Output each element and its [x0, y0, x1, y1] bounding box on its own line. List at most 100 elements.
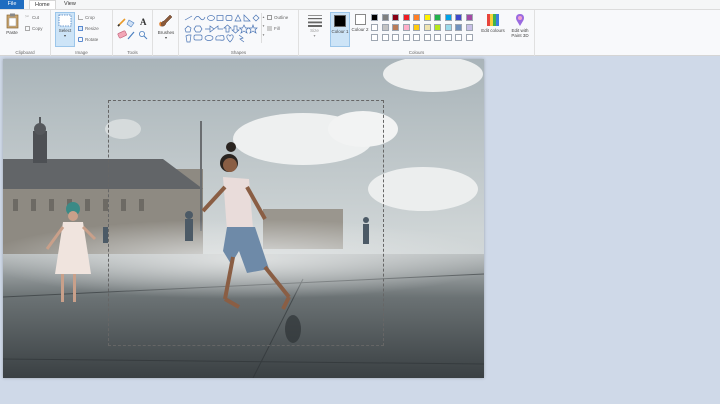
- rounded-rectangle-shape-icon: [225, 15, 233, 21]
- tools-label: Tools: [127, 50, 138, 55]
- colours-group: Colour 1 Colour 2 Edit colours Edit with…: [329, 10, 535, 56]
- cut-label: Cut: [32, 15, 40, 20]
- pentagon-shape-icon: [184, 25, 192, 33]
- colour-swatch[interactable]: [402, 14, 410, 21]
- paint3d-label: Edit with Paint 3D: [511, 28, 529, 38]
- edit-colours-button[interactable]: Edit colours: [481, 13, 505, 33]
- colour-swatch[interactable]: [392, 14, 399, 21]
- colour-swatch[interactable]: [423, 24, 431, 31]
- crop-label: Crop: [85, 15, 95, 20]
- colour-swatch[interactable]: [455, 24, 462, 31]
- tools-group: A Tools: [113, 10, 153, 56]
- colour-swatch[interactable]: [371, 14, 378, 21]
- pencil-icon[interactable]: [117, 18, 126, 27]
- colour-swatch[interactable]: [444, 34, 452, 41]
- down-arrow-shape-icon: [231, 25, 240, 34]
- magnifier-icon[interactable]: [138, 30, 148, 40]
- colour-swatch[interactable]: [381, 34, 389, 41]
- colour-swatch[interactable]: [381, 24, 389, 31]
- chevron-down-icon: ▾: [164, 35, 167, 40]
- up-arrow-shape-icon: [223, 24, 232, 33]
- clipboard-group: Paste ✂ Cut Copy Clipboard: [0, 10, 51, 56]
- chevron-down-icon: ▾: [313, 33, 316, 38]
- colour-swatch[interactable]: [392, 24, 399, 31]
- colour1-button[interactable]: Colour 1: [330, 12, 350, 47]
- shapes-scrollbar[interactable]: ▴ ▾ ▾: [261, 13, 265, 43]
- fill-button[interactable]: Fill: [267, 26, 280, 32]
- callout-shape-icon: [185, 34, 192, 43]
- cloud-callout-shape-icon: [215, 34, 225, 41]
- triangle-shape-icon: [234, 14, 242, 22]
- colour-swatch[interactable]: [434, 24, 441, 31]
- text-icon[interactable]: A: [140, 17, 147, 27]
- select-button[interactable]: Select ▾: [55, 12, 75, 47]
- colour-swatch[interactable]: [444, 14, 452, 21]
- size-group: Size ▾: [302, 10, 327, 56]
- rotate-label: Rotate: [85, 37, 99, 42]
- image-label: Image: [75, 50, 88, 55]
- colour-swatch[interactable]: [371, 34, 378, 41]
- brush-icon: [159, 14, 173, 27]
- outline-button[interactable]: Outline: [267, 15, 289, 21]
- colour-swatch[interactable]: [413, 24, 420, 31]
- size-button[interactable]: Size ▾: [304, 13, 325, 38]
- brushes-group: Brushes ▾: [153, 10, 179, 56]
- colour-swatch[interactable]: [392, 34, 399, 41]
- curve-shape-icon: [193, 16, 206, 21]
- colour-palette: [371, 14, 481, 45]
- copy-icon: [25, 26, 30, 32]
- tab-view[interactable]: View: [59, 0, 81, 9]
- colour-swatch[interactable]: [465, 34, 473, 41]
- colour-swatch[interactable]: [434, 14, 441, 21]
- paste-button[interactable]: Paste: [3, 13, 21, 35]
- rotate-button[interactable]: Rotate: [78, 37, 99, 43]
- fill-icon[interactable]: [126, 19, 135, 28]
- star-shape-icon: [248, 23, 258, 34]
- cut-button[interactable]: ✂ Cut: [25, 15, 39, 20]
- colour-swatch[interactable]: [423, 34, 431, 41]
- tab-file[interactable]: File: [0, 0, 24, 9]
- selection-rectangle[interactable]: [108, 100, 384, 346]
- canvas-area[interactable]: [0, 56, 720, 404]
- paste-icon: [6, 13, 18, 29]
- eraser-icon[interactable]: [117, 30, 127, 39]
- right-triangle-shape-icon: [243, 14, 251, 22]
- brushes-button[interactable]: Brushes ▾: [155, 13, 177, 40]
- copy-button[interactable]: Copy: [25, 26, 43, 32]
- outline-label: Outline: [274, 15, 289, 20]
- lightning-shape-icon: [238, 34, 245, 43]
- colour-swatch[interactable]: [455, 14, 462, 21]
- paint3d-button[interactable]: Edit with Paint 3D: [506, 13, 534, 38]
- right-arrow-shape-icon: [205, 25, 215, 33]
- colour-swatch[interactable]: [371, 24, 378, 31]
- colour-swatch[interactable]: [434, 34, 441, 41]
- colour-swatch[interactable]: [455, 34, 462, 41]
- colour1-swatch: [334, 15, 346, 27]
- colour-swatch[interactable]: [413, 14, 420, 21]
- shapes-label: Shapes: [230, 50, 247, 55]
- colour-swatch[interactable]: [402, 24, 410, 31]
- resize-label: Resize: [85, 26, 99, 31]
- resize-button[interactable]: Resize: [78, 26, 99, 32]
- resize-icon: [78, 26, 83, 32]
- rectangle-shape-icon: [216, 15, 224, 21]
- edit-colours-label: Edit colours: [481, 28, 505, 33]
- colour2-button[interactable]: Colour 2: [351, 14, 369, 32]
- paint3d-icon: [516, 14, 524, 26]
- colour-swatch[interactable]: [413, 34, 420, 41]
- colour-swatch[interactable]: [465, 24, 473, 31]
- menu-bar: File Home View: [0, 0, 720, 10]
- colour-swatch[interactable]: [402, 34, 410, 41]
- colour-wheel-icon: [487, 14, 499, 26]
- colour-swatch[interactable]: [465, 14, 473, 21]
- shapes-gallery[interactable]: [183, 14, 261, 44]
- colour-swatch[interactable]: [444, 24, 452, 31]
- line-width-icon: [307, 15, 322, 27]
- color-picker-icon[interactable]: [127, 31, 135, 40]
- crop-button[interactable]: Crop: [78, 15, 95, 21]
- colour-swatch[interactable]: [423, 14, 431, 21]
- colour-swatch[interactable]: [381, 14, 389, 21]
- oval-callout-shape-icon: [204, 35, 214, 41]
- oval-shape-icon: [207, 15, 215, 21]
- rounded-callout-shape-icon: [193, 34, 203, 41]
